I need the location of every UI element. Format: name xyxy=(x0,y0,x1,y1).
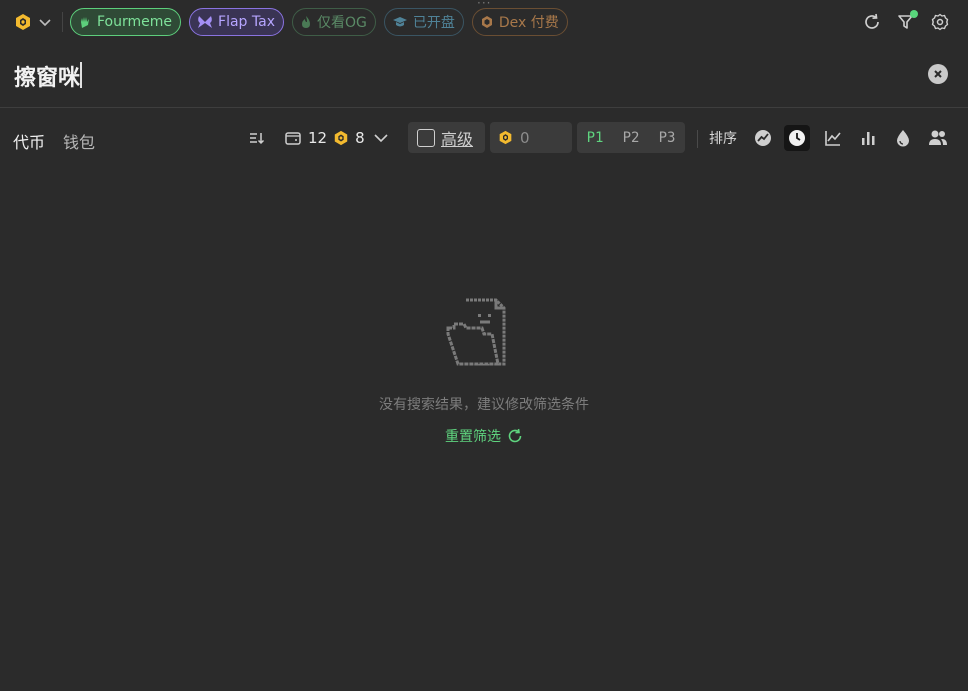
priority-p2-button[interactable]: P2 xyxy=(613,130,649,146)
amount-value: 0 xyxy=(520,128,530,147)
text-caret xyxy=(80,62,82,88)
priority-p1-button[interactable]: P1 xyxy=(577,130,613,146)
top-actions xyxy=(862,10,950,34)
top-bar: Fourmeme Flap Tax 仅看OG 已开盘 Dex 付费 ··· xyxy=(0,0,968,44)
chain-selector[interactable] xyxy=(14,8,52,36)
clock-icon[interactable] xyxy=(784,125,810,151)
empty-folder-icon xyxy=(446,298,506,366)
droplet-icon[interactable] xyxy=(890,125,916,151)
tag-fourmeme[interactable]: Fourmeme xyxy=(70,8,182,36)
tag-dex-paid[interactable]: Dex 付费 xyxy=(471,8,568,36)
filter-row: 代币 钱包 12 8 高级 0 P1 P2 P3 排序 xyxy=(0,122,968,156)
reset-filters-label: 重置筛选 xyxy=(445,429,501,445)
tag-label: Fourmeme xyxy=(97,14,173,30)
amount-input[interactable]: 0 xyxy=(490,122,572,153)
butterfly-icon xyxy=(197,15,213,29)
wallet-filter-dropdown[interactable]: 12 8 xyxy=(284,122,391,154)
close-icon xyxy=(934,70,942,78)
filter-icon[interactable] xyxy=(896,10,918,34)
wallet-count: 12 xyxy=(308,129,328,147)
divider xyxy=(697,130,698,148)
wallet-icon xyxy=(285,132,301,145)
bnb-chain-icon xyxy=(16,14,30,30)
sort-list-icon[interactable] xyxy=(249,122,265,154)
clear-search-button[interactable] xyxy=(928,64,948,84)
empty-message: 没有搜索结果，建议修改筛选条件 xyxy=(379,397,589,413)
advanced-checkbox[interactable] xyxy=(417,128,435,147)
refresh-icon[interactable] xyxy=(862,10,882,34)
tag-opened[interactable]: 已开盘 xyxy=(383,8,464,36)
bnb-count: 8 xyxy=(355,129,365,147)
reset-filters-button[interactable]: 重置筛选 xyxy=(445,426,523,446)
chevron-down-icon xyxy=(374,134,388,143)
priority-p3-button[interactable]: P3 xyxy=(649,130,685,146)
bnb-chain-icon xyxy=(499,130,512,145)
line-chart-icon[interactable] xyxy=(820,125,846,151)
tab-token[interactable]: 代币 xyxy=(13,129,45,153)
trend-chart-icon[interactable] xyxy=(750,125,776,151)
active-filter-dot xyxy=(910,10,918,18)
search-row xyxy=(0,52,968,100)
priority-selector: P1 P2 P3 xyxy=(577,122,685,153)
divider xyxy=(0,107,968,108)
refresh-icon xyxy=(508,428,522,443)
tag-og-only[interactable]: 仅看OG xyxy=(291,8,376,36)
graduation-cap-icon xyxy=(392,15,408,29)
users-icon[interactable] xyxy=(925,125,951,151)
tab-wallet[interactable]: 钱包 xyxy=(63,129,95,153)
advanced-filter-toggle[interactable]: 高级 xyxy=(408,122,485,153)
drag-handle[interactable]: ··· xyxy=(477,0,491,10)
sort-label: 排序 xyxy=(709,131,737,147)
bar-chart-icon[interactable] xyxy=(855,125,881,151)
search-input[interactable] xyxy=(14,60,894,92)
tag-label: 已开盘 xyxy=(412,15,455,31)
tag-label: Dex 付费 xyxy=(498,15,559,31)
chevron-down-icon xyxy=(39,19,51,27)
tag-flap-tax[interactable]: Flap Tax xyxy=(189,8,284,36)
tag-label: 仅看OG xyxy=(316,15,367,31)
empty-state: 没有搜索结果，建议修改筛选条件 重置筛选 xyxy=(0,290,968,446)
flame-icon xyxy=(300,15,312,29)
tag-label: Flap Tax xyxy=(218,14,275,30)
bnb-chain-icon xyxy=(334,130,348,146)
fourmeme-hand-icon xyxy=(78,15,92,29)
divider xyxy=(62,12,63,32)
bnb-coin-icon xyxy=(480,15,494,29)
settings-icon[interactable] xyxy=(930,10,950,34)
advanced-label: 高级 xyxy=(441,129,474,149)
